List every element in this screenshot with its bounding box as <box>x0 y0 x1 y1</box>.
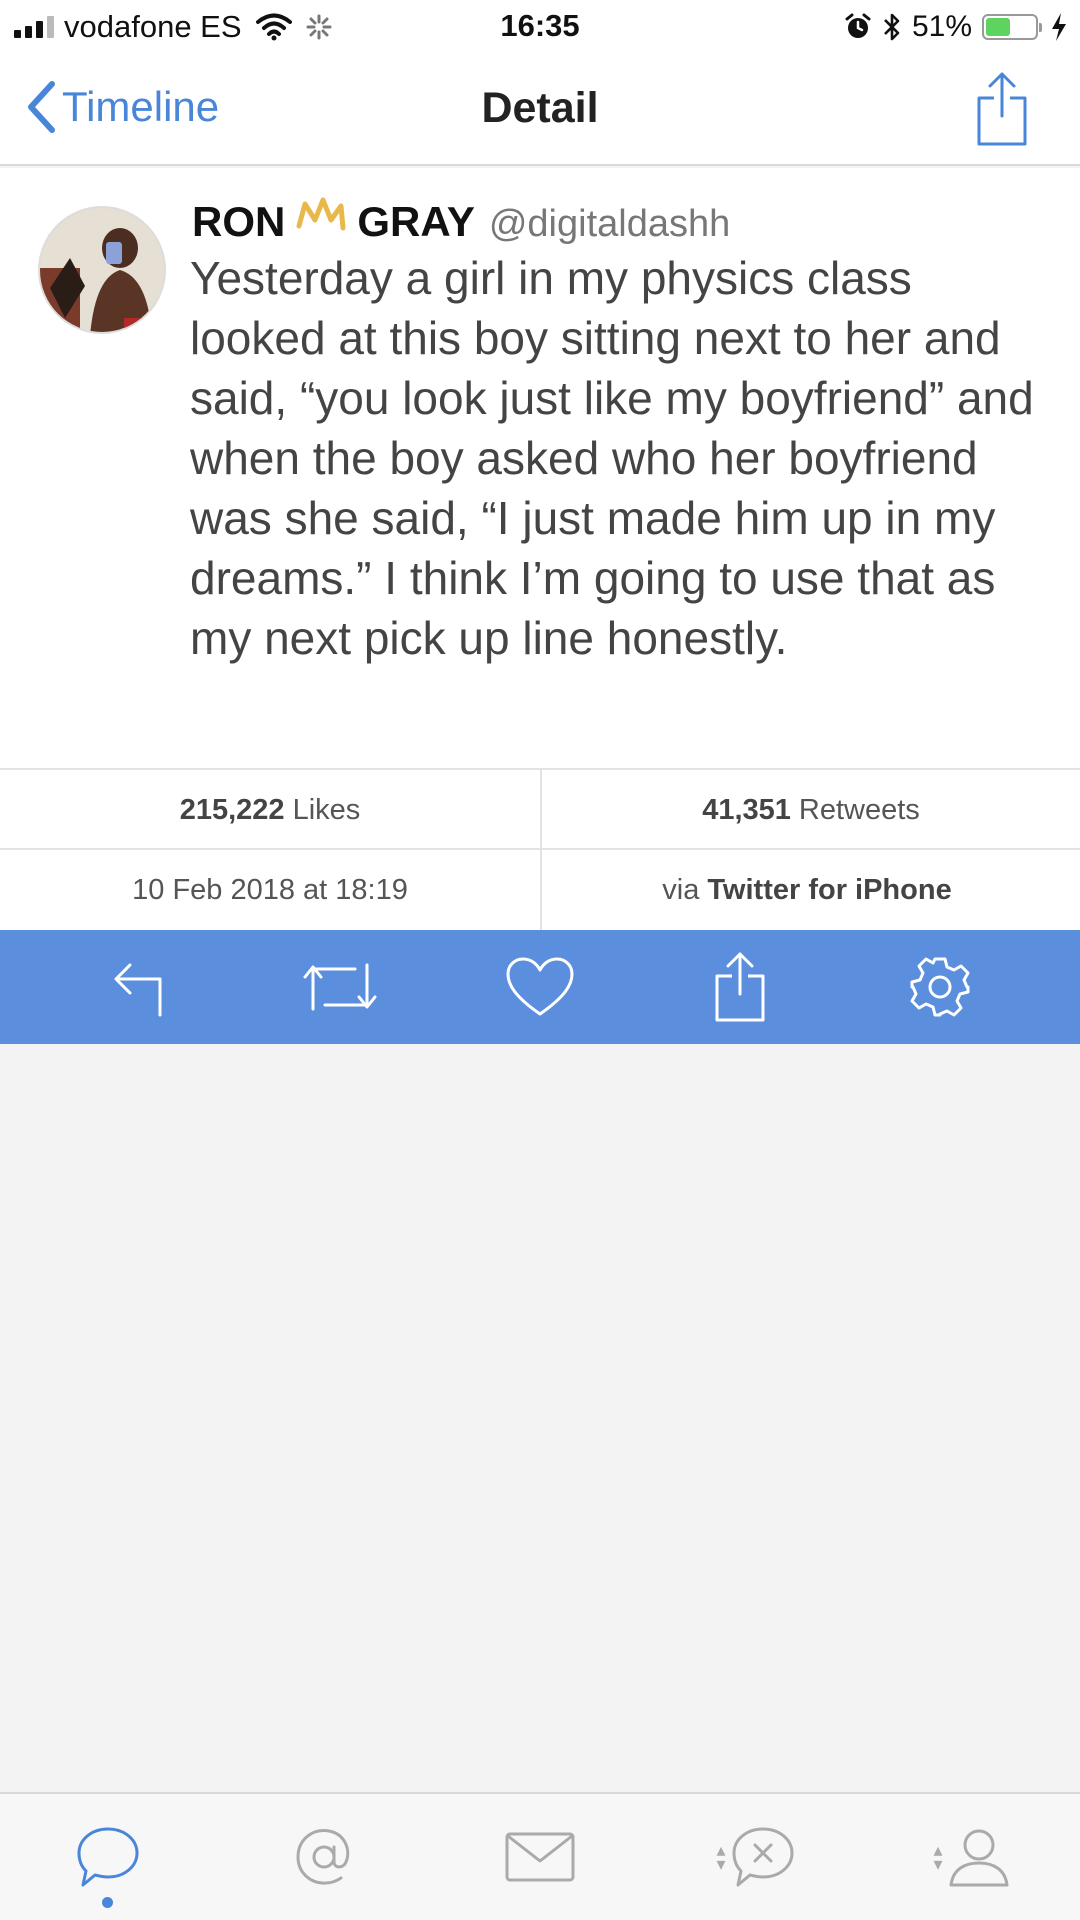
tab-bar: ▴ ▾ ▴ ▾ <box>0 1792 1080 1920</box>
share-icon <box>715 952 765 1022</box>
wifi-icon <box>255 13 292 41</box>
likes-label: Likes <box>292 793 361 826</box>
timeline-bubble-icon <box>77 1827 139 1887</box>
bluetooth-icon <box>884 13 900 41</box>
back-button[interactable]: Timeline <box>26 80 219 134</box>
author-first-name: RON <box>192 198 286 245</box>
tweet-text: Yesterday a girl in my physics class loo… <box>190 252 1034 664</box>
activity-spinner-icon <box>306 14 332 40</box>
battery-level <box>986 18 1011 36</box>
retweet-icon <box>303 963 377 1011</box>
author-handle: @digitaldashh <box>488 203 731 245</box>
tab-mentions[interactable] <box>264 1802 384 1912</box>
chevron-left-icon <box>28 81 55 133</box>
tweet-timestamp: 10 Feb 2018 at 18:19 <box>0 850 540 930</box>
retweets-label: Retweets <box>798 793 920 826</box>
back-label: Timeline <box>62 83 220 130</box>
carrier-label: vodafone ES <box>64 9 242 44</box>
via-label: via <box>662 873 700 906</box>
likes-number: 215,222 <box>179 793 285 826</box>
client-name: Twitter for iPhone <box>707 873 952 906</box>
tab-profile[interactable]: ▴ ▾ <box>912 1802 1032 1912</box>
alarm-icon <box>845 13 871 38</box>
status-bar: vodafone ES 16:35 51% <box>0 0 1080 54</box>
tab-timeline[interactable] <box>48 1802 168 1912</box>
heart-icon <box>506 957 574 1016</box>
mentions-at-icon <box>296 1829 350 1885</box>
likes-count[interactable]: 215,222 Likes <box>0 770 540 850</box>
messages-envelope-icon <box>505 1832 575 1882</box>
stats-row-meta: 10 Feb 2018 at 18:19 via Twitter for iPh… <box>0 850 1080 930</box>
tab-messages[interactable] <box>480 1802 600 1912</box>
retweet-button[interactable] <box>295 942 385 1032</box>
stats-row-counts: 215,222 Likes 41,351 Retweets <box>0 770 1080 850</box>
retweets-number: 41,351 <box>702 793 791 826</box>
battery-percent: 51% <box>911 10 972 43</box>
tweet-detail: RON GRAY @digitaldashh Yesterday a girl … <box>0 168 1080 768</box>
tweet-stats: 215,222 Likes 41,351 Retweets 10 Feb 201… <box>0 768 1080 930</box>
status-left: vodafone ES <box>14 8 332 46</box>
profile-icon <box>949 1829 1009 1887</box>
share-icon <box>977 72 1027 146</box>
active-tab-indicator <box>102 1897 113 1908</box>
empty-content-area <box>0 1044 1080 1794</box>
tweet-author[interactable]: RON GRAY @digitaldashh <box>192 196 730 246</box>
author-last-name: GRAY <box>357 198 475 245</box>
like-button[interactable] <box>495 942 585 1032</box>
avatar[interactable] <box>38 206 166 334</box>
tweet-action-bar <box>0 930 1080 1044</box>
signal-icon <box>14 16 54 38</box>
share-button[interactable] <box>974 70 1030 153</box>
battery-icon <box>982 14 1042 40</box>
sort-arrows-icon: ▴ ▾ <box>933 1840 943 1874</box>
sort-arrows-icon: ▴ ▾ <box>716 1840 726 1874</box>
timestamp-text: 10 Feb 2018 at 18:19 <box>132 873 408 906</box>
reply-button[interactable] <box>95 942 185 1032</box>
gear-icon <box>910 957 970 1017</box>
navigation-bar: Timeline Detail <box>0 54 1080 166</box>
retweets-count[interactable]: 41,351 Retweets <box>540 770 1080 850</box>
reply-icon <box>114 963 162 1017</box>
settings-button[interactable] <box>895 942 985 1032</box>
crown-emoji-icon <box>296 197 346 231</box>
avatar-image <box>40 208 164 332</box>
tweet-client: via Twitter for iPhone <box>540 850 1080 930</box>
charging-bolt-icon <box>1052 13 1066 41</box>
share-tweet-button[interactable] <box>695 942 785 1032</box>
status-right: 51% <box>844 8 1068 46</box>
tab-muted[interactable]: ▴ ▾ <box>696 1802 816 1912</box>
muted-bubble-icon <box>732 1827 794 1887</box>
